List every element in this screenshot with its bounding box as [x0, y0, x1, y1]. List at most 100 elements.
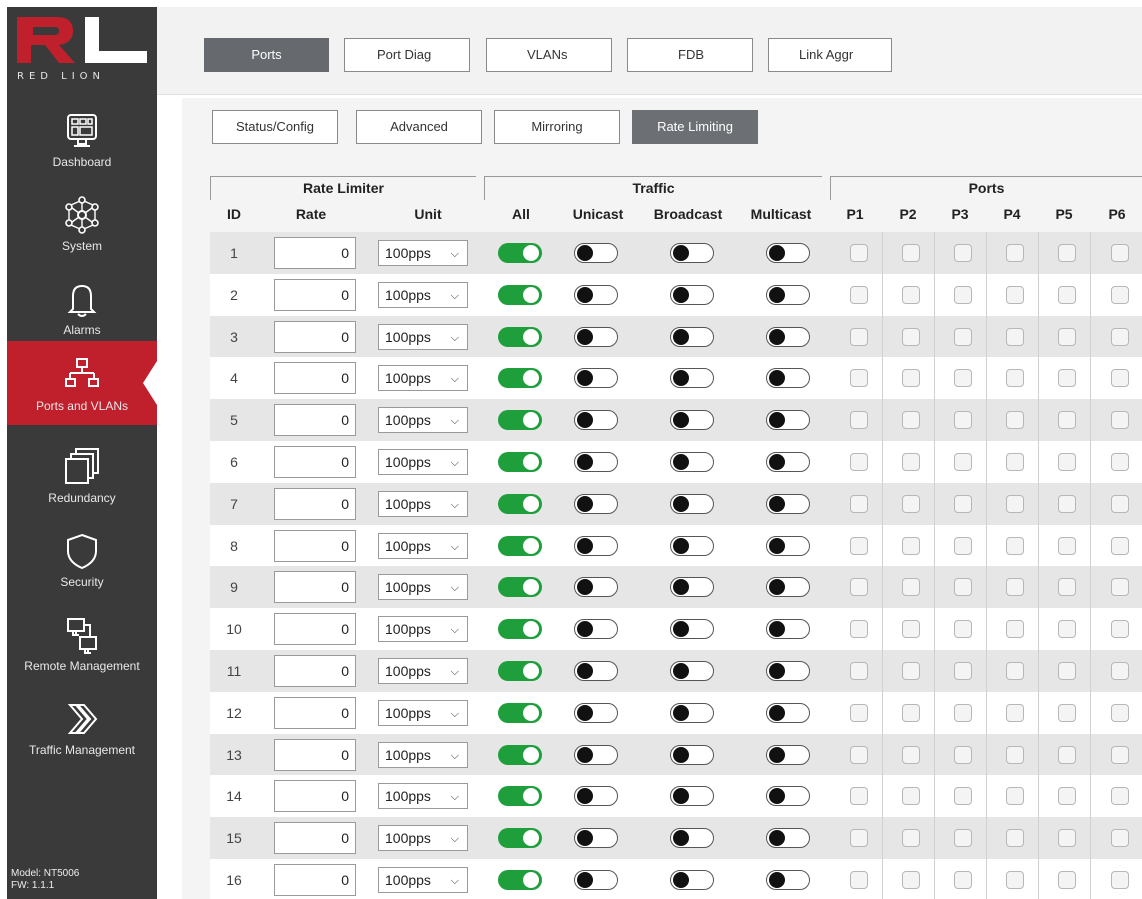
toggle-broadcast[interactable]: [670, 284, 714, 305]
toggle-all[interactable]: [498, 326, 542, 347]
port-checkbox-p4[interactable]: [1006, 244, 1024, 262]
port-checkbox-p3[interactable]: [954, 411, 972, 430]
toggle-broadcast[interactable]: [670, 577, 714, 598]
toggle-broadcast[interactable]: [670, 619, 714, 640]
port-checkbox-p1[interactable]: [850, 787, 868, 806]
port-checkbox-p4[interactable]: [1006, 871, 1024, 889]
port-checkbox-p6[interactable]: [1111, 745, 1129, 764]
toggle-all[interactable]: [498, 786, 542, 807]
toggle-broadcast[interactable]: [670, 326, 714, 347]
port-checkbox-p5[interactable]: [1058, 494, 1076, 513]
subtab-mirroring[interactable]: Mirroring: [494, 110, 620, 144]
port-checkbox-p1[interactable]: [850, 411, 868, 430]
port-checkbox-p5[interactable]: [1058, 578, 1076, 597]
port-checkbox-p4[interactable]: [1006, 745, 1024, 764]
unit-select[interactable]: 100pps ⌵: [378, 699, 468, 726]
sidebar-item-remote-management[interactable]: Remote Management: [7, 609, 157, 693]
port-checkbox-p3[interactable]: [954, 244, 972, 262]
sidebar-item-dashboard[interactable]: Dashboard: [7, 105, 157, 189]
port-checkbox-p5[interactable]: [1058, 871, 1076, 889]
toggle-multicast[interactable]: [766, 493, 810, 514]
toggle-unicast[interactable]: [574, 619, 618, 640]
toggle-unicast[interactable]: [574, 326, 618, 347]
port-checkbox-p3[interactable]: [954, 787, 972, 806]
port-checkbox-p2[interactable]: [902, 369, 920, 388]
port-checkbox-p5[interactable]: [1058, 285, 1076, 304]
port-checkbox-p3[interactable]: [954, 369, 972, 388]
port-checkbox-p1[interactable]: [850, 285, 868, 304]
port-checkbox-p4[interactable]: [1006, 327, 1024, 346]
toggle-multicast[interactable]: [766, 368, 810, 389]
port-checkbox-p5[interactable]: [1058, 369, 1076, 388]
unit-select[interactable]: 100pps ⌵: [378, 407, 468, 434]
toggle-broadcast[interactable]: [670, 368, 714, 389]
port-checkbox-p1[interactable]: [850, 244, 868, 262]
port-checkbox-p5[interactable]: [1058, 620, 1076, 639]
port-checkbox-p2[interactable]: [902, 285, 920, 304]
toggle-all[interactable]: [498, 410, 542, 431]
port-checkbox-p3[interactable]: [954, 703, 972, 722]
port-checkbox-p6[interactable]: [1111, 327, 1129, 346]
port-checkbox-p1[interactable]: [850, 578, 868, 597]
toggle-multicast[interactable]: [766, 661, 810, 681]
port-checkbox-p1[interactable]: [850, 745, 868, 764]
tab-ports[interactable]: Ports: [204, 38, 329, 72]
port-checkbox-p3[interactable]: [954, 662, 972, 680]
toggle-all[interactable]: [498, 619, 542, 640]
toggle-unicast[interactable]: [574, 828, 618, 849]
port-checkbox-p6[interactable]: [1111, 369, 1129, 388]
rate-input[interactable]: [274, 487, 356, 520]
toggle-unicast[interactable]: [574, 368, 618, 389]
toggle-unicast[interactable]: [574, 452, 618, 472]
port-checkbox-p4[interactable]: [1006, 829, 1024, 848]
port-checkbox-p4[interactable]: [1006, 369, 1024, 388]
port-checkbox-p3[interactable]: [954, 453, 972, 471]
toggle-multicast[interactable]: [766, 702, 810, 723]
subtab-status-config[interactable]: Status/Config: [212, 110, 338, 144]
tab-fdb[interactable]: FDB: [627, 38, 753, 72]
toggle-broadcast[interactable]: [670, 243, 714, 263]
tab-port-diag[interactable]: Port Diag: [344, 38, 470, 72]
rate-input[interactable]: [274, 404, 356, 437]
port-checkbox-p4[interactable]: [1006, 620, 1024, 639]
toggle-all[interactable]: [498, 744, 542, 765]
port-checkbox-p1[interactable]: [850, 536, 868, 555]
port-checkbox-p1[interactable]: [850, 620, 868, 639]
port-checkbox-p4[interactable]: [1006, 411, 1024, 430]
rate-input[interactable]: [274, 738, 356, 771]
toggle-broadcast[interactable]: [670, 828, 714, 849]
port-checkbox-p5[interactable]: [1058, 662, 1076, 680]
port-checkbox-p1[interactable]: [850, 662, 868, 680]
port-checkbox-p6[interactable]: [1111, 285, 1129, 304]
toggle-unicast[interactable]: [574, 744, 618, 765]
toggle-unicast[interactable]: [574, 702, 618, 723]
toggle-all[interactable]: [498, 243, 542, 263]
port-checkbox-p6[interactable]: [1111, 411, 1129, 430]
subtab-advanced[interactable]: Advanced: [356, 110, 482, 144]
unit-select[interactable]: 100pps ⌵: [378, 658, 468, 684]
toggle-all[interactable]: [498, 577, 542, 598]
toggle-unicast[interactable]: [574, 493, 618, 514]
toggle-unicast[interactable]: [574, 284, 618, 305]
tab-link-aggr[interactable]: Link Aggr: [768, 38, 892, 72]
rate-input[interactable]: [274, 529, 356, 562]
port-checkbox-p4[interactable]: [1006, 536, 1024, 555]
port-checkbox-p4[interactable]: [1006, 285, 1024, 304]
port-checkbox-p3[interactable]: [954, 327, 972, 346]
port-checkbox-p3[interactable]: [954, 494, 972, 513]
port-checkbox-p5[interactable]: [1058, 745, 1076, 764]
rate-input[interactable]: [274, 571, 356, 604]
unit-select[interactable]: 100pps ⌵: [378, 323, 468, 350]
port-checkbox-p6[interactable]: [1111, 829, 1129, 848]
toggle-multicast[interactable]: [766, 786, 810, 807]
port-checkbox-p5[interactable]: [1058, 536, 1076, 555]
rate-input[interactable]: [274, 613, 356, 646]
toggle-all[interactable]: [498, 452, 542, 472]
port-checkbox-p3[interactable]: [954, 829, 972, 848]
port-checkbox-p2[interactable]: [902, 244, 920, 262]
unit-select[interactable]: 100pps ⌵: [378, 574, 468, 601]
sidebar-item-system[interactable]: System: [7, 189, 157, 273]
toggle-all[interactable]: [498, 702, 542, 723]
tab-vlans[interactable]: VLANs: [486, 38, 612, 72]
toggle-all[interactable]: [498, 368, 542, 389]
